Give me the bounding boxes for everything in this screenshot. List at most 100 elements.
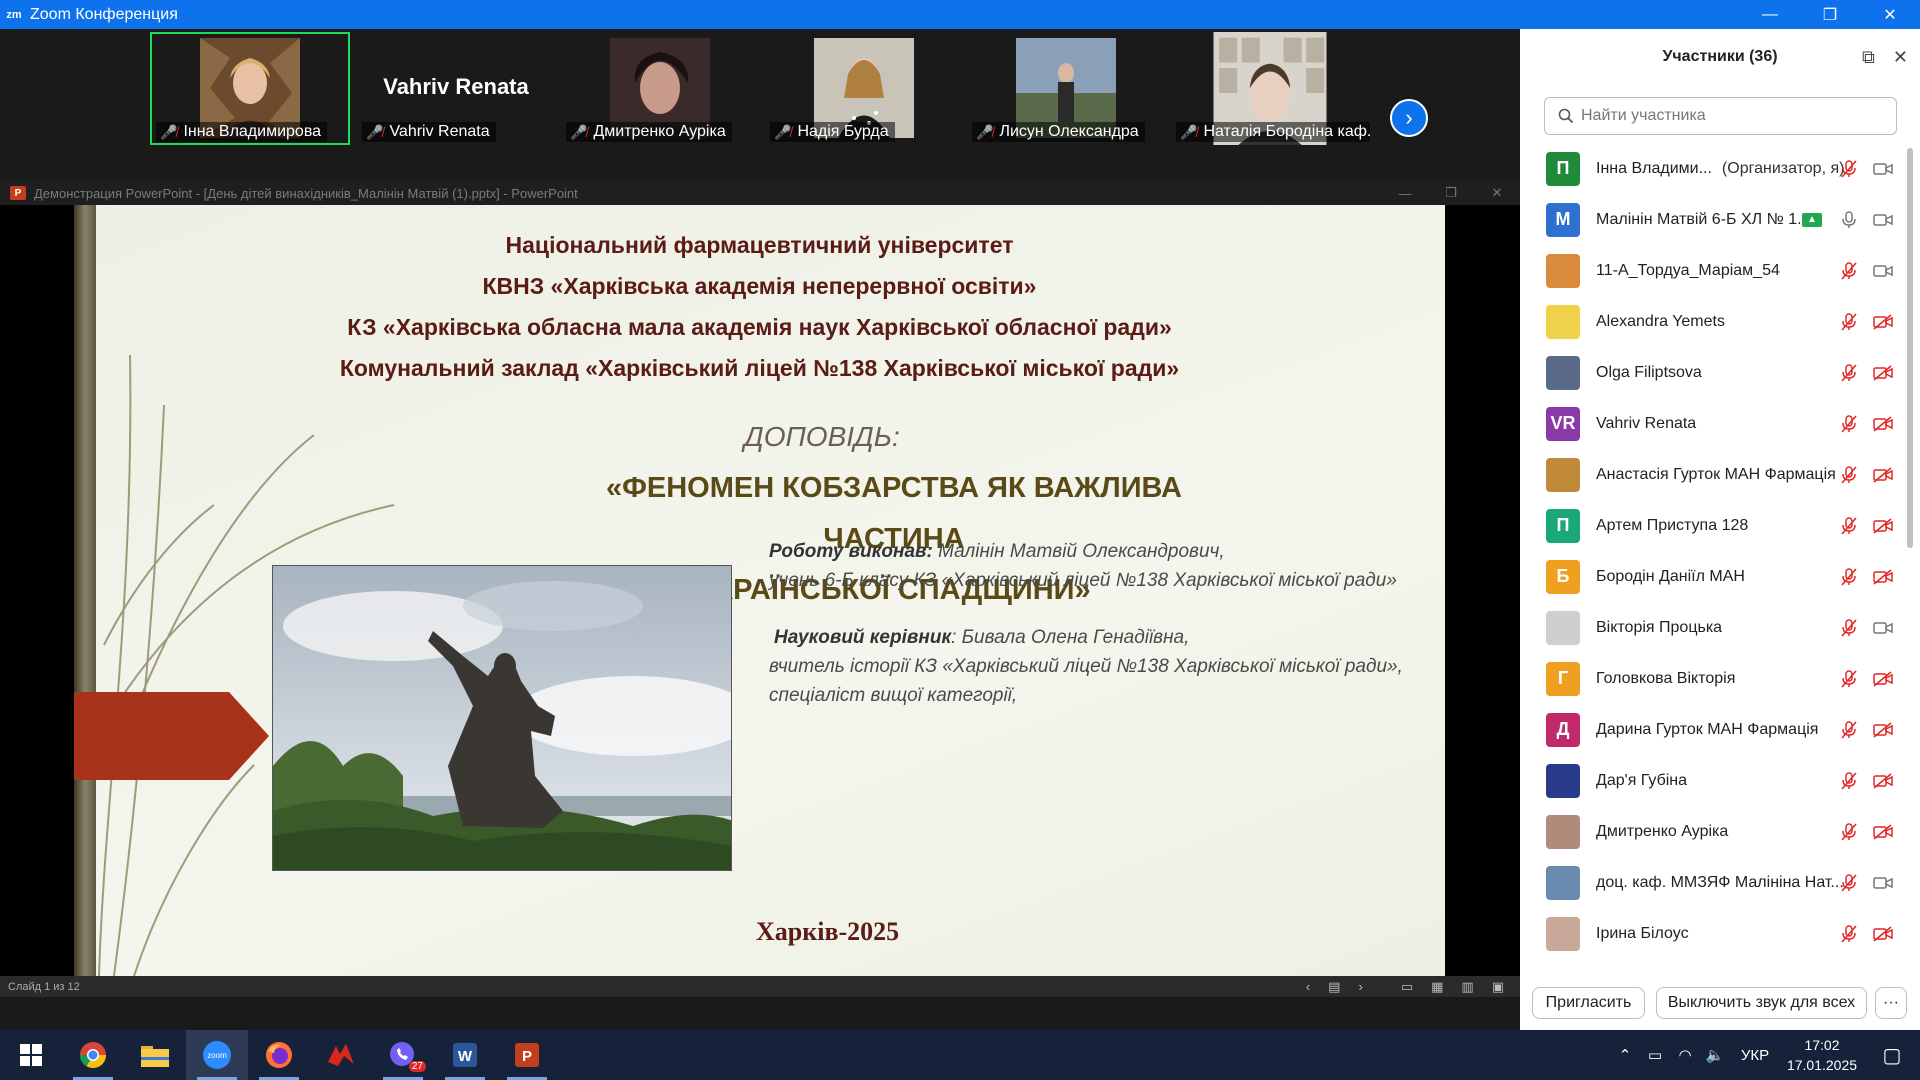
participant-row[interactable]: доц. каф. ММЗЯФ Малініна Нат... — [1520, 857, 1905, 908]
ppt-close-icon[interactable]: ✕ — [1474, 181, 1520, 205]
video-tile[interactable]: 🎤̸ Дмитренко Аурiка — [560, 32, 760, 145]
participant-row[interactable]: Вікторія Процька — [1520, 602, 1905, 653]
participants-scrollbar[interactable] — [1906, 143, 1914, 981]
avatar: Б — [1546, 559, 1580, 594]
invite-button[interactable]: Пригласить — [1532, 987, 1645, 1019]
mic-muted-icon[interactable] — [1838, 617, 1860, 639]
participant-search-box[interactable] — [1544, 97, 1897, 135]
more-options-button[interactable]: ··· — [1875, 987, 1907, 1019]
camera-icon[interactable] — [1872, 158, 1894, 180]
participant-name: Бородін Даніїл МАН — [1596, 568, 1745, 586]
next-slide-icon[interactable]: › — [1358, 979, 1362, 994]
mic-muted-icon[interactable] — [1838, 158, 1860, 180]
slide-menu-icon[interactable]: ▤ — [1328, 979, 1340, 995]
taskbar-powerpoint[interactable]: P — [496, 1030, 558, 1080]
camera-off-icon[interactable] — [1872, 566, 1894, 588]
camera-off-icon[interactable] — [1872, 515, 1894, 537]
participant-row[interactable]: П Інна Владими... (Организатор, я) — [1520, 143, 1905, 194]
mic-muted-icon[interactable] — [1838, 719, 1860, 741]
battery-icon[interactable]: ▭ — [1640, 1046, 1670, 1064]
volume-icon[interactable]: 🔈 — [1700, 1046, 1730, 1064]
taskbar-viber[interactable]: 27 — [372, 1030, 434, 1080]
participant-row[interactable]: П Артем Приступа 128 — [1520, 500, 1905, 551]
participant-row[interactable]: Olga Filiptsova — [1520, 347, 1905, 398]
mic-icon[interactable] — [1838, 209, 1860, 231]
slide-sorter-icon[interactable]: ▦ — [1431, 979, 1443, 995]
taskbar-firefox[interactable] — [248, 1030, 310, 1080]
language-indicator[interactable]: УКР — [1730, 1047, 1780, 1064]
mic-muted-icon: 🎤̸ — [774, 123, 792, 140]
camera-off-icon[interactable] — [1872, 923, 1894, 945]
author-name: Малінін Матвій Олександрович, — [932, 541, 1225, 562]
video-tile[interactable]: 🎤̸ Інна Владимирова — [150, 32, 350, 145]
camera-icon[interactable] — [1872, 872, 1894, 894]
participant-row[interactable]: VR Vahriv Renata — [1520, 398, 1905, 449]
mic-muted-icon[interactable] — [1838, 515, 1860, 537]
close-button[interactable]: ✕ — [1860, 0, 1920, 29]
camera-off-icon[interactable] — [1872, 413, 1894, 435]
camera-off-icon[interactable] — [1872, 821, 1894, 843]
taskbar-word[interactable]: W — [434, 1030, 496, 1080]
mic-muted-icon[interactable] — [1838, 260, 1860, 282]
mic-muted-icon[interactable] — [1838, 566, 1860, 588]
start-button[interactable] — [0, 1030, 62, 1080]
mic-muted-icon[interactable] — [1838, 821, 1860, 843]
mic-muted-icon[interactable] — [1838, 872, 1860, 894]
camera-icon[interactable] — [1872, 209, 1894, 231]
participant-row[interactable]: Alexandra Yemets — [1520, 296, 1905, 347]
mic-muted-icon[interactable] — [1838, 770, 1860, 792]
camera-off-icon[interactable] — [1872, 311, 1894, 333]
slideshow-view-icon[interactable]: ▣ — [1492, 979, 1504, 995]
camera-icon[interactable] — [1872, 617, 1894, 639]
camera-off-icon[interactable] — [1872, 770, 1894, 792]
mute-all-button[interactable]: Выключить звук для всех — [1656, 987, 1867, 1019]
prev-slide-icon[interactable]: ‹ — [1306, 979, 1310, 994]
camera-off-icon[interactable] — [1872, 668, 1894, 690]
restore-button[interactable]: ❐ — [1800, 0, 1860, 29]
participant-row[interactable]: Ірина Білоус — [1520, 908, 1905, 959]
ppt-restore-icon[interactable]: ❐ — [1428, 181, 1474, 205]
taskbar-chrome[interactable] — [62, 1030, 124, 1080]
notifications-icon[interactable]: ▢ — [1864, 1043, 1920, 1068]
clock[interactable]: 17:02 17.01.2025 — [1780, 1035, 1864, 1075]
video-tile[interactable]: 🎤̸ Лисун Олександра — [966, 32, 1166, 145]
participant-row[interactable]: Дмитренко Аурiка — [1520, 806, 1905, 857]
search-input[interactable] — [1581, 107, 1881, 125]
mic-muted-icon[interactable] — [1838, 362, 1860, 384]
close-panel-icon[interactable]: ✕ — [1893, 47, 1908, 68]
camera-off-icon[interactable] — [1872, 362, 1894, 384]
participant-row[interactable]: Дар'я Губіна — [1520, 755, 1905, 806]
ppt-minimize-icon[interactable]: — — [1382, 181, 1428, 205]
normal-view-icon[interactable]: ▭ — [1401, 979, 1413, 995]
slide[interactable]: Національний фармацевтичний університет … — [74, 205, 1445, 976]
camera-off-icon[interactable] — [1872, 719, 1894, 741]
slide-header-line: Національний фармацевтичний університет — [505, 232, 1014, 258]
video-tile[interactable]: 🎤̸ Наталія Бородіна каф... — [1170, 32, 1370, 145]
participant-row[interactable]: Б Бородін Даніїл МАН — [1520, 551, 1905, 602]
show-hidden-icons-icon[interactable]: ⌃ — [1610, 1046, 1640, 1064]
participant-row[interactable]: Г Головкова Вікторія — [1520, 653, 1905, 704]
participant-row[interactable]: Д Дарина Гурток МАН Фармація — [1520, 704, 1905, 755]
scrollbar-thumb[interactable] — [1907, 148, 1913, 548]
reading-view-icon[interactable]: ▥ — [1461, 979, 1473, 995]
camera-off-icon[interactable] — [1872, 464, 1894, 486]
mic-muted-icon[interactable] — [1838, 464, 1860, 486]
participant-row[interactable]: Анастасія Гурток МАН Фармація — [1520, 449, 1905, 500]
minimize-button[interactable]: — — [1740, 0, 1800, 29]
pop-out-icon[interactable]: ⧉ — [1862, 47, 1875, 68]
video-tile[interactable]: Vahriv Renata 🎤̸ Vahriv Renata — [356, 32, 556, 145]
taskbar-red-app[interactable] — [310, 1030, 372, 1080]
participant-row[interactable]: 11-А_Тордуа_Маріам_54 — [1520, 245, 1905, 296]
taskbar-zoom[interactable]: zoom — [186, 1030, 248, 1080]
mic-muted-icon[interactable] — [1838, 413, 1860, 435]
participant-name-text: Вікторія Процька — [1596, 618, 1723, 636]
taskbar-explorer[interactable] — [124, 1030, 186, 1080]
mic-muted-icon[interactable] — [1838, 668, 1860, 690]
next-page-button[interactable]: › — [1390, 99, 1428, 137]
video-tile[interactable]: 🎤̸ Надія Бурда — [764, 32, 964, 145]
camera-icon[interactable] — [1872, 260, 1894, 282]
participant-row[interactable]: М Малінін Матвій 6-Б ХЛ № 1... ▲ — [1520, 194, 1905, 245]
mic-muted-icon[interactable] — [1838, 311, 1860, 333]
wifi-icon[interactable]: ◠ — [1670, 1046, 1700, 1064]
mic-muted-icon[interactable] — [1838, 923, 1860, 945]
